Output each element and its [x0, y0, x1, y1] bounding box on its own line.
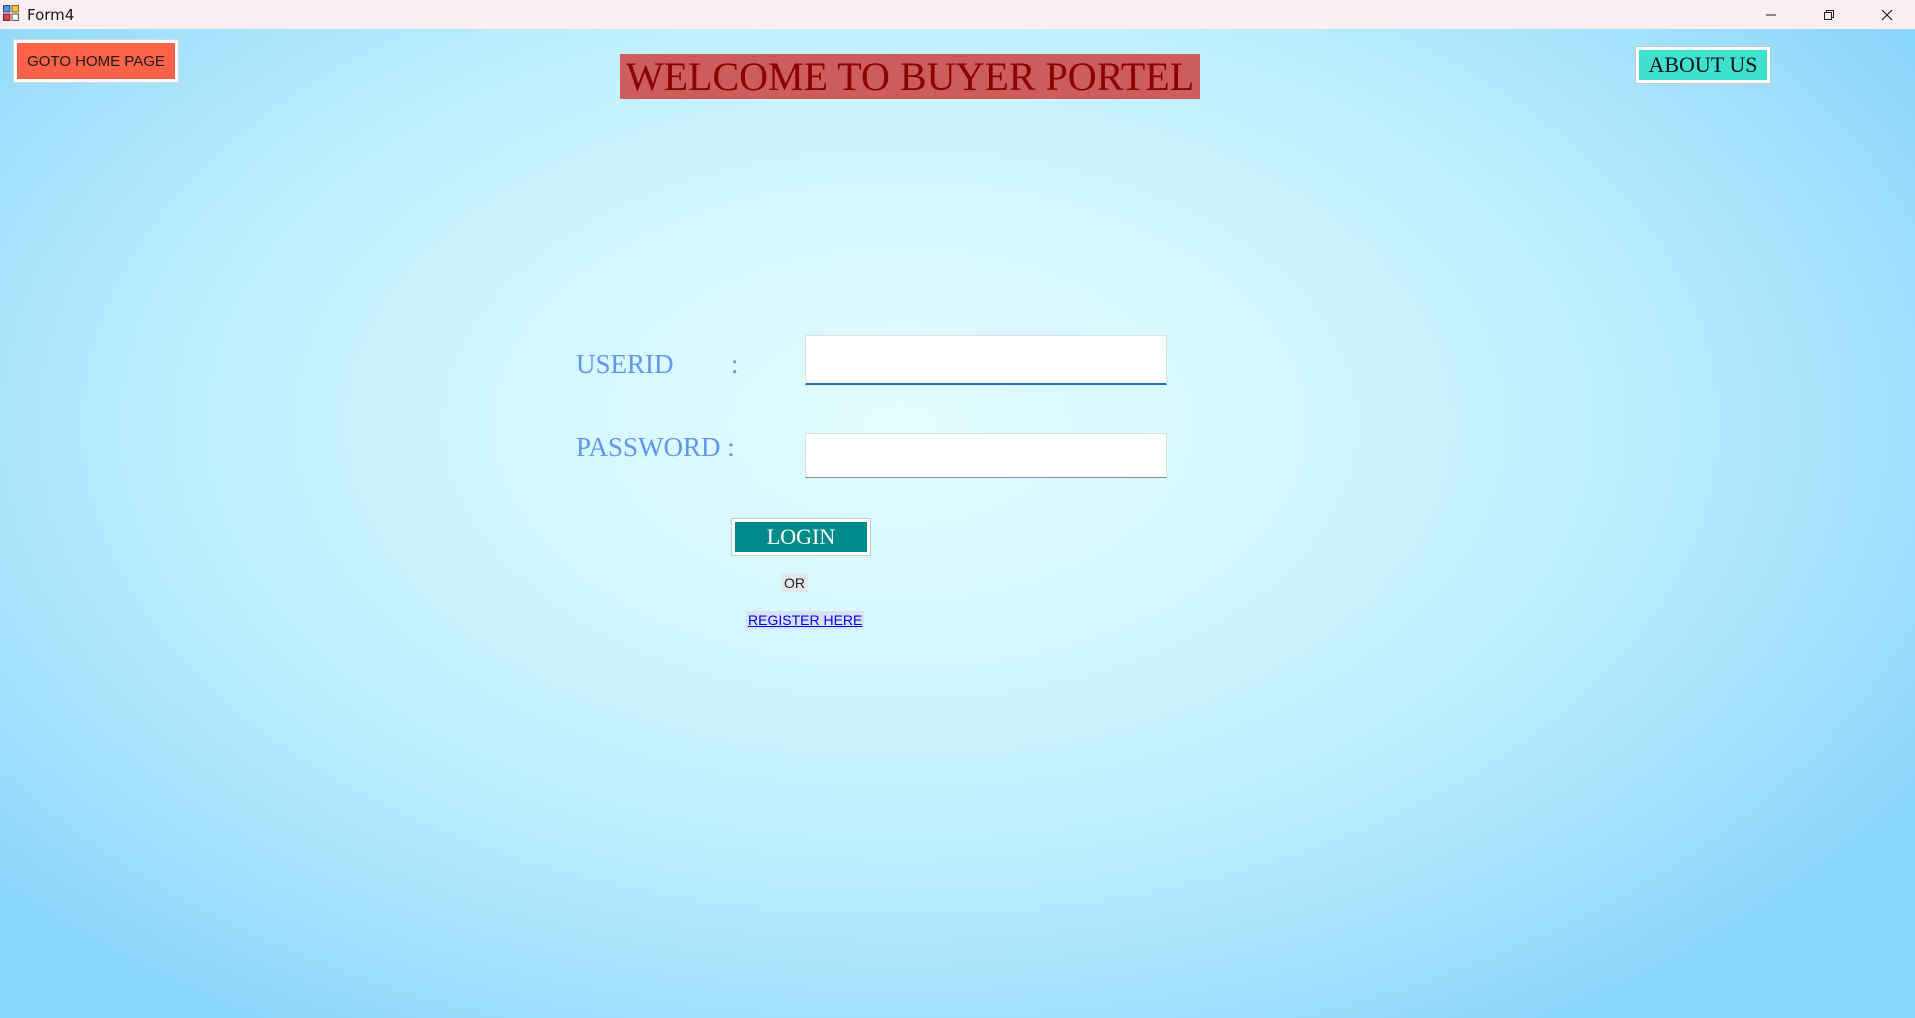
userid-input[interactable]: [805, 335, 1167, 385]
title-bar: Form4: [0, 0, 1915, 29]
form-app-icon: [3, 5, 19, 21]
register-here-link[interactable]: REGISTER HERE: [746, 611, 865, 629]
form-client-area: [0, 29, 1915, 1018]
restore-icon: [1824, 9, 1834, 20]
userid-colon: :: [731, 349, 739, 379]
minimize-icon: [1766, 14, 1776, 15]
about-us-button[interactable]: ABOUT US: [1636, 47, 1770, 83]
password-input[interactable]: [805, 433, 1167, 478]
login-button[interactable]: LOGIN: [732, 519, 870, 555]
goto-home-page-button[interactable]: GOTO HOME PAGE: [14, 40, 178, 82]
minimize-button[interactable]: [1742, 0, 1800, 29]
window-title: Form4: [27, 6, 75, 24]
page-title: WELCOME TO BUYER PORTEL: [620, 54, 1200, 99]
close-button[interactable]: [1858, 0, 1915, 29]
close-icon: [1881, 9, 1893, 20]
password-label: PASSWORD :: [576, 432, 735, 462]
or-label: OR: [781, 574, 808, 592]
userid-label: USERID: [576, 349, 674, 379]
restore-button[interactable]: [1800, 0, 1858, 29]
